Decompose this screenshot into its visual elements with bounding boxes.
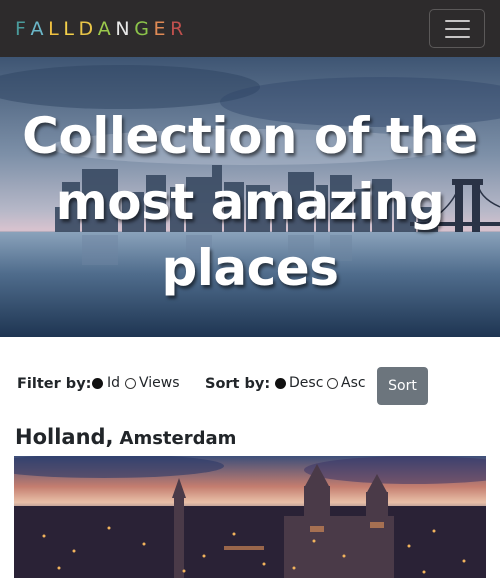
- place-city: Amsterdam: [119, 428, 237, 449]
- sort-desc-radio[interactable]: [275, 378, 286, 389]
- filter-label: Filter by:: [17, 376, 92, 392]
- hero-banner: Collection of the most amazing places: [0, 57, 500, 337]
- place-image[interactable]: [14, 456, 486, 578]
- brand-letter: N: [115, 18, 135, 40]
- sort-button[interactable]: Sort: [377, 367, 428, 405]
- navbar: FALLDANGER: [0, 0, 500, 57]
- brand-letter: R: [170, 18, 188, 40]
- filter-id-radio[interactable]: [92, 378, 103, 389]
- sort-asc-label[interactable]: Asc: [341, 375, 366, 391]
- brand-logo[interactable]: FALLDANGER: [15, 18, 188, 40]
- amsterdam-cityscape-image: [14, 456, 486, 578]
- brand-letter: E: [153, 18, 171, 40]
- filter-id-label[interactable]: Id: [107, 375, 120, 391]
- brand-letter: G: [134, 18, 154, 40]
- filter-sort-bar: Filter by: Id Views Sort by: Desc Asc So…: [17, 366, 487, 406]
- filter-views-radio[interactable]: [125, 378, 136, 389]
- sort-asc-radio[interactable]: [327, 378, 338, 389]
- menu-toggle-button[interactable]: [429, 9, 485, 48]
- sort-desc-label[interactable]: Desc: [289, 375, 323, 391]
- brand-letter: F: [15, 18, 31, 40]
- place-country: Holland,: [15, 425, 114, 449]
- place-heading: Holland, Amsterdam: [15, 422, 236, 450]
- filter-views-label[interactable]: Views: [139, 375, 180, 391]
- brand-letter: A: [97, 18, 116, 40]
- brand-letter: L: [48, 18, 64, 40]
- brand-letter: L: [63, 18, 79, 40]
- sort-label: Sort by:: [205, 376, 271, 392]
- brand-letter: D: [78, 18, 98, 40]
- hero-title: Collection of the most amazing places: [22, 107, 478, 297]
- brand-letter: A: [30, 18, 49, 40]
